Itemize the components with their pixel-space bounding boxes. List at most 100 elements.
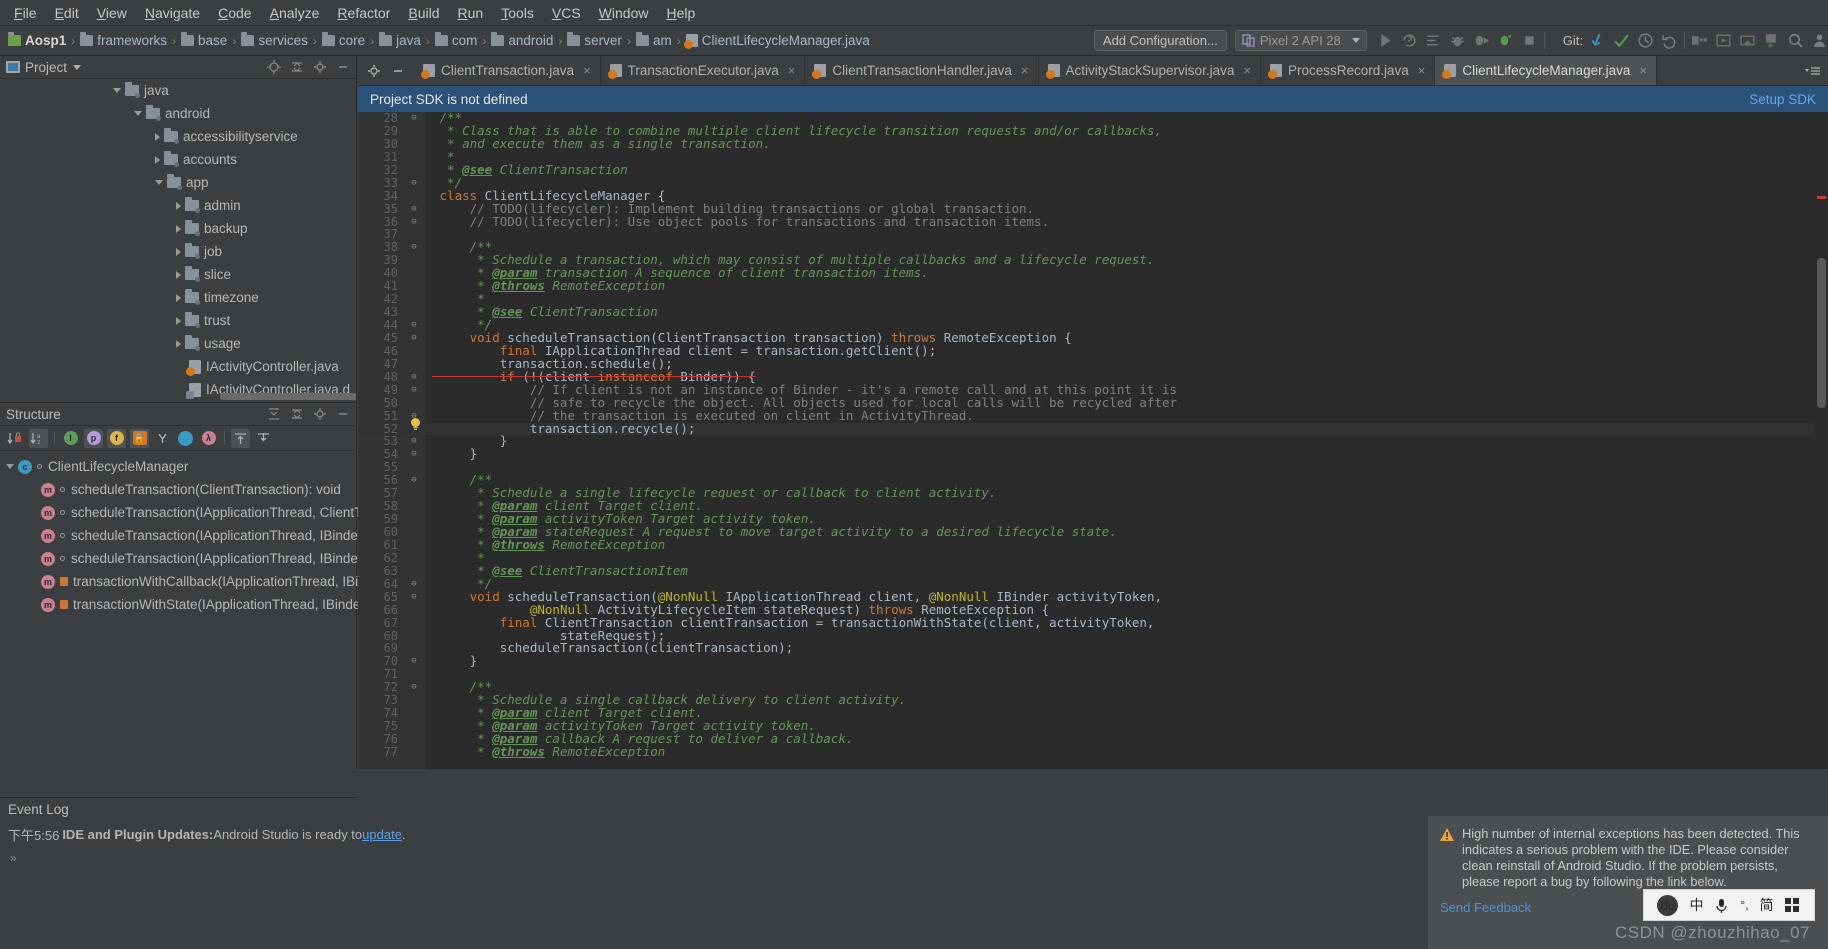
- microphone-icon[interactable]: [1714, 897, 1729, 914]
- structure-tree-row[interactable]: c ClientLifecycleManager: [0, 455, 356, 478]
- breadcrumb-item-clientlifecyclemanager-java[interactable]: ClientLifecycleManager.java: [683, 33, 872, 49]
- sdk-manager-icon[interactable]: [1739, 32, 1756, 49]
- menu-item-refactor[interactable]: Refactor: [329, 3, 398, 23]
- code-line[interactable]: 71: [358, 668, 1828, 681]
- fold-marker-icon[interactable]: ⊖: [402, 112, 426, 125]
- code-line[interactable]: 54 ⊖ }: [358, 447, 1828, 461]
- fold-marker-icon[interactable]: ⊖: [402, 177, 426, 190]
- gradle-sync-icon[interactable]: [1763, 32, 1780, 49]
- menu-item-view[interactable]: View: [89, 3, 135, 23]
- fold-marker-icon[interactable]: ⊖: [402, 371, 426, 384]
- ime-simplified-toggle[interactable]: 简: [1760, 895, 1774, 915]
- gear-icon[interactable]: [367, 64, 381, 78]
- code-content[interactable]: 28 ⊖ /** 29 * Class that is able to combin…: [358, 112, 1828, 769]
- expand-all-icon[interactable]: [267, 407, 281, 421]
- update-project-icon[interactable]: [1589, 32, 1606, 49]
- breadcrumb-item-core[interactable]: core: [320, 32, 367, 48]
- attach-debugger-icon[interactable]: [1473, 32, 1490, 49]
- code-line[interactable]: 32 * @see ClientTransaction: [358, 163, 1828, 177]
- profile-icon[interactable]: [1497, 32, 1514, 49]
- code-line[interactable]: 77 * @throws RemoteException: [358, 745, 1828, 759]
- tree-toggle-open-icon[interactable]: [134, 111, 142, 116]
- editor-tab-processrecord-java[interactable]: ProcessRecord.java ×: [1261, 56, 1436, 85]
- fold-marker-icon[interactable]: ⊖: [402, 448, 426, 461]
- close-icon[interactable]: ×: [583, 63, 591, 78]
- show-inherited-icon[interactable]: I: [61, 429, 80, 448]
- code-line[interactable]: 37: [358, 228, 1828, 241]
- tab-list-button[interactable]: [1798, 56, 1828, 85]
- breadcrumb-item-android[interactable]: android: [489, 32, 555, 48]
- project-tree-row[interactable]: android: [0, 102, 356, 125]
- editor-tab-clienttransaction-java[interactable]: ClientTransaction.java ×: [414, 56, 601, 85]
- scroll-to-source-icon[interactable]: [254, 429, 273, 448]
- ime-punctuation-toggle[interactable]: °,: [1740, 898, 1748, 912]
- debug-icon[interactable]: [1449, 32, 1466, 49]
- fold-marker-icon[interactable]: ⊖: [402, 435, 426, 448]
- editor-vertical-scrollbar[interactable]: [1815, 168, 1828, 739]
- editor-tab-transactionexecutor-java[interactable]: TransactionExecutor.java ×: [601, 56, 806, 85]
- code-line[interactable]: 52 transaction.recycle();: [358, 417, 1828, 436]
- tree-toggle-open-icon[interactable]: [155, 180, 163, 185]
- code-line[interactable]: 63 * @see ClientTransactionItem: [358, 564, 1828, 578]
- project-structure-icon[interactable]: [1691, 32, 1708, 49]
- structure-tree-row[interactable]: m transactionWithState(IApplicationThread…: [0, 593, 360, 616]
- close-icon[interactable]: ×: [1418, 63, 1426, 78]
- hide-panel-icon[interactable]: [391, 64, 405, 78]
- fold-marker-icon[interactable]: ⊖: [402, 384, 426, 397]
- run-icon[interactable]: [1377, 32, 1394, 49]
- close-icon[interactable]: ×: [1021, 63, 1029, 78]
- project-tree-row[interactable]: trust: [0, 309, 356, 332]
- project-tree-row[interactable]: timezone: [0, 286, 356, 309]
- menu-item-window[interactable]: Window: [591, 3, 657, 23]
- sort-alphabetically-icon[interactable]: az: [29, 428, 48, 448]
- history-icon[interactable]: [1637, 32, 1654, 49]
- show-lambdas-icon[interactable]: λ: [199, 429, 218, 448]
- breadcrumb-item-java[interactable]: java: [377, 32, 423, 48]
- search-everywhere-icon[interactable]: [1787, 32, 1804, 49]
- ime-toolbar[interactable]: du 中 °, 简: [1643, 889, 1815, 921]
- tree-toggle-closed-icon[interactable]: [176, 339, 181, 348]
- fold-marker-icon[interactable]: ⊖: [402, 332, 426, 345]
- project-tree-row[interactable]: job: [0, 240, 356, 263]
- project-tree-row[interactable]: app: [0, 171, 356, 194]
- gear-icon[interactable]: [313, 407, 327, 421]
- fold-marker-icon[interactable]: ⊖: [402, 319, 426, 332]
- project-tree-row[interactable]: IActivityController.java: [0, 355, 356, 378]
- structure-tree-row[interactable]: m scheduleTransaction(IApplicationThread,…: [0, 501, 362, 524]
- fold-marker-icon[interactable]: ⊖: [402, 474, 426, 487]
- menu-item-navigate[interactable]: Navigate: [137, 3, 208, 23]
- project-tree-row[interactable]: accessibilityservice: [0, 125, 356, 148]
- code-editor[interactable]: 28 ⊖ /** 29 * Class that is able to combin…: [358, 112, 1828, 769]
- project-tree-row[interactable]: accounts: [0, 148, 356, 171]
- menu-item-file[interactable]: File: [6, 3, 45, 23]
- menu-item-code[interactable]: Code: [210, 3, 259, 23]
- fold-marker-icon[interactable]: ⊖: [402, 681, 426, 694]
- menu-item-help[interactable]: Help: [658, 3, 703, 23]
- revert-icon[interactable]: [1661, 32, 1678, 49]
- ime-language-toggle[interactable]: 中: [1689, 895, 1703, 915]
- editor-tab-clientlifecyclemanager-java[interactable]: ClientLifecycleManager.java ×: [1435, 56, 1658, 85]
- fold-marker-icon[interactable]: ⊖: [402, 241, 426, 254]
- breadcrumb-item-server[interactable]: server: [565, 32, 624, 48]
- add-configuration-button[interactable]: Add Configuration...: [1093, 30, 1227, 51]
- show-non-public-icon[interactable]: 🔒: [130, 428, 149, 448]
- tree-toggle-closed-icon[interactable]: [176, 247, 181, 256]
- apply-changes-icon[interactable]: [1401, 32, 1418, 49]
- code-line[interactable]: 30 * and execute them as a single transa…: [358, 137, 1828, 151]
- scroll-from-source-icon[interactable]: [231, 428, 250, 448]
- project-tree-row[interactable]: backup: [0, 217, 356, 240]
- error-marker[interactable]: [1817, 196, 1826, 199]
- editor-tab-clienttransactionhandler-java[interactable]: ClientTransactionHandler.java ×: [805, 56, 1039, 85]
- setup-sdk-link[interactable]: Setup SDK: [1749, 92, 1816, 107]
- tree-toggle-closed-icon[interactable]: [176, 316, 181, 325]
- avd-manager-icon[interactable]: [1715, 32, 1732, 49]
- hide-panel-icon[interactable]: [336, 407, 350, 421]
- project-tree-row[interactable]: usage: [0, 332, 356, 355]
- fold-marker-icon[interactable]: ⊖: [402, 591, 426, 604]
- structure-tree-row[interactable]: m scheduleTransaction(IApplicationThread,…: [0, 524, 362, 547]
- fold-marker-icon[interactable]: ⊖: [402, 578, 426, 591]
- menu-item-vcs[interactable]: VCS: [544, 3, 589, 23]
- breadcrumb-item-am[interactable]: am: [634, 32, 674, 48]
- code-line[interactable]: 41 * @throws RemoteException: [358, 279, 1828, 293]
- tree-toggle-open-icon[interactable]: [6, 464, 14, 469]
